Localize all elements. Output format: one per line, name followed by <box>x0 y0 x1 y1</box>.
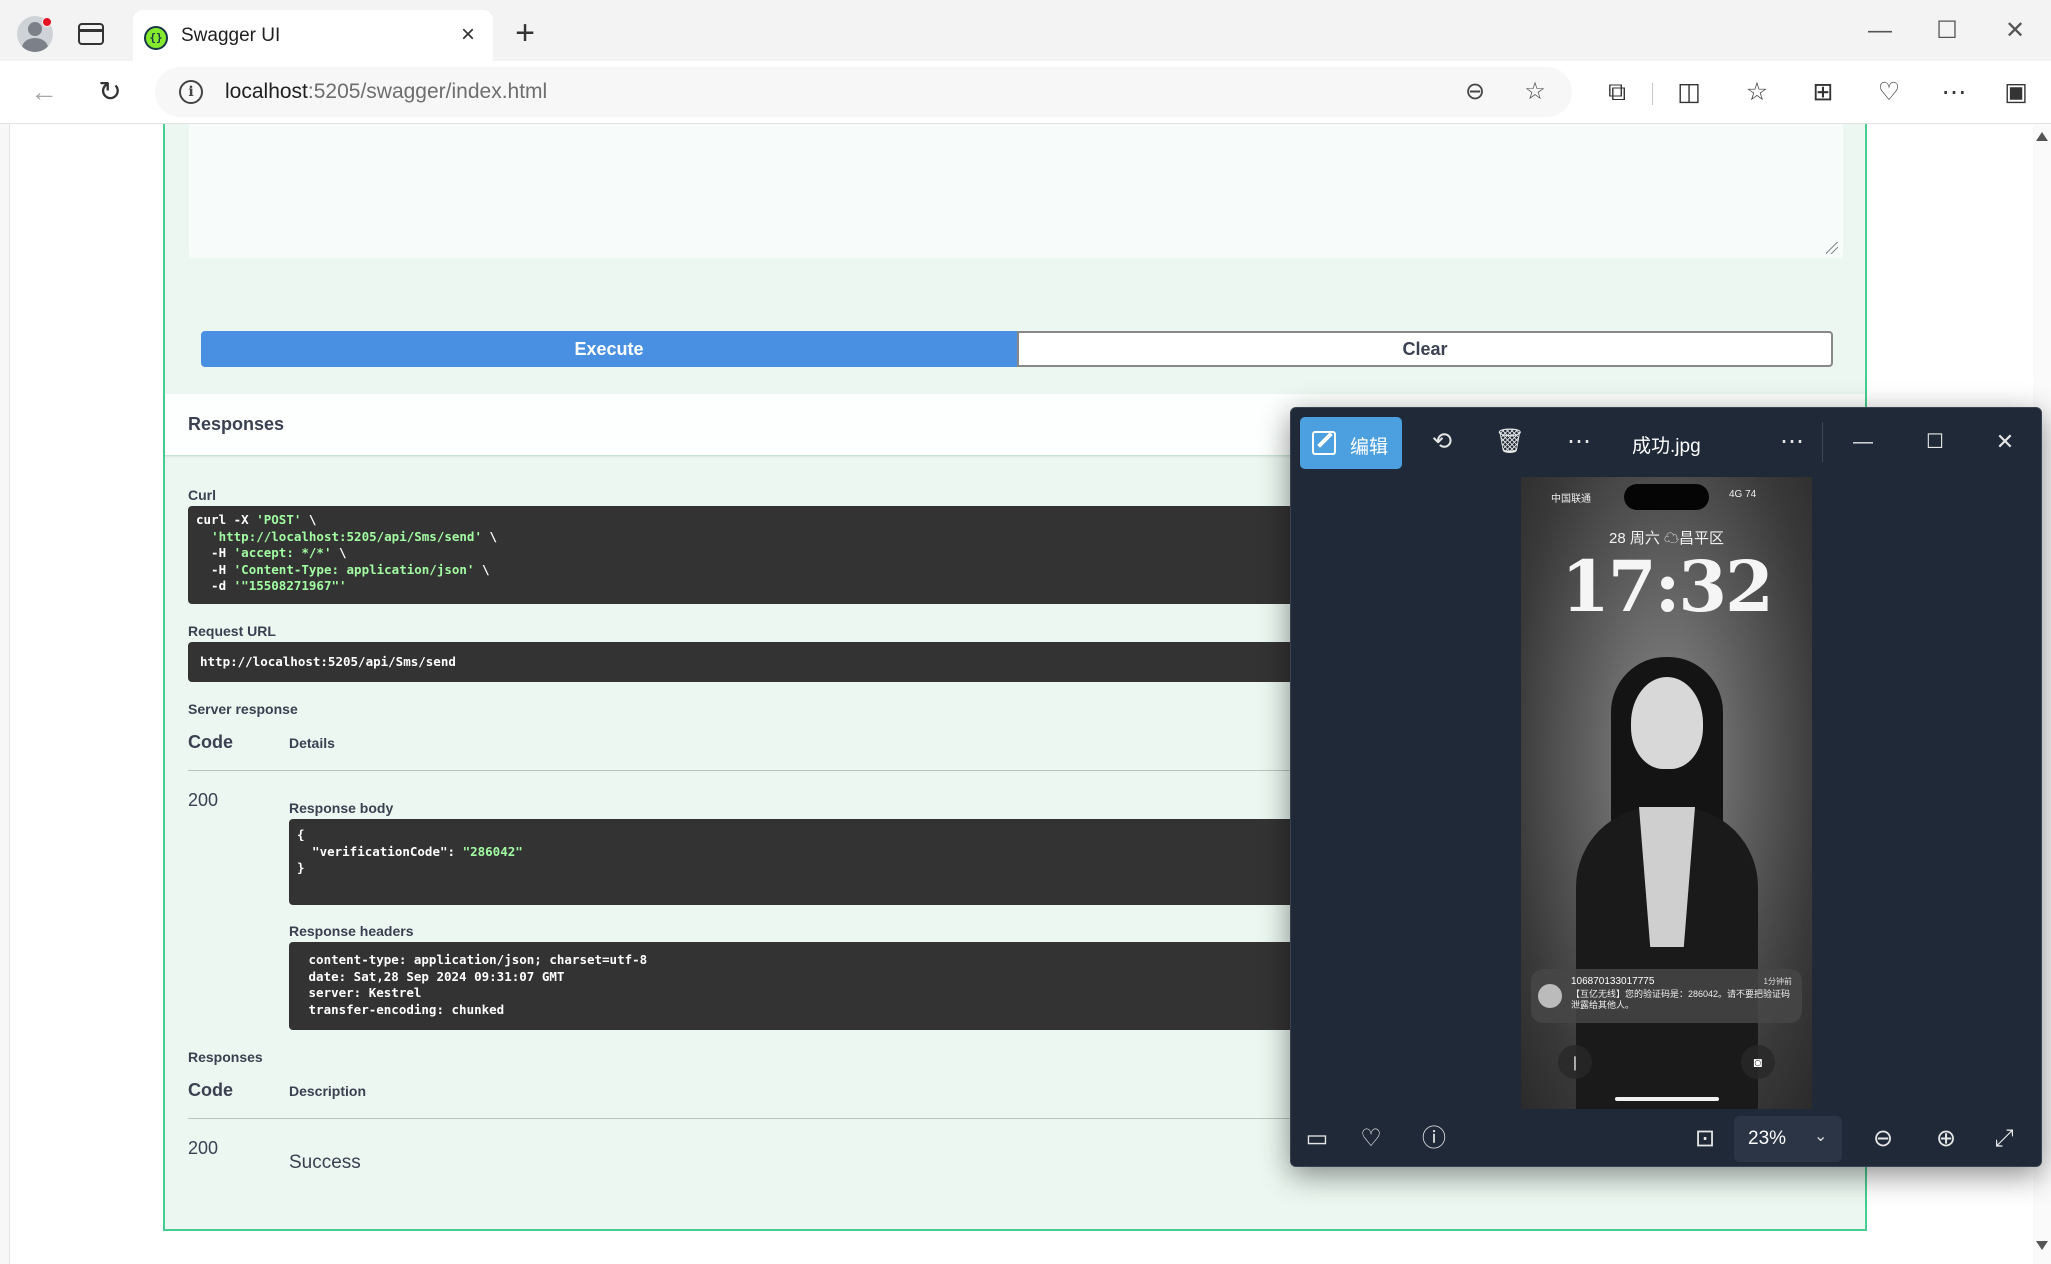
phone-status: 4G 74 <box>1729 489 1757 500</box>
viewer-zoom-out-icon[interactable]: ⊖ <box>1866 1122 1900 1156</box>
fit-to-window-icon[interactable]: ⊡ <box>1688 1122 1722 1156</box>
viewer-close-icon[interactable]: ✕ <box>1988 425 2022 459</box>
curl-code-block[interactable]: curl -X 'POST' \ 'http://localhost:5205/… <box>188 506 1308 604</box>
notif-time: 1分钟前 <box>1763 977 1792 986</box>
clear-button[interactable]: Clear <box>1017 331 1833 367</box>
scroll-down-arrow-icon[interactable] <box>2036 1241 2048 1250</box>
tab-bar: {} Swagger UI × + — ☐ ✕ <box>0 0 2051 61</box>
new-tab-icon[interactable]: + <box>512 16 538 50</box>
request-body-textarea[interactable] <box>189 124 1843 258</box>
close-tab-icon[interactable]: × <box>455 22 481 48</box>
site-info-icon[interactable]: i <box>179 80 203 104</box>
curl-line: curl -X 'POST' \ <box>196 512 317 527</box>
scroll-up-arrow-icon[interactable] <box>2036 132 2048 141</box>
zoom-dropdown[interactable]: 23% ⌄ <box>1734 1116 1842 1162</box>
sidebar-toggle-icon[interactable]: ▣ <box>1999 75 2033 109</box>
server-response-label: Server response <box>188 701 298 717</box>
edit-button[interactable]: 编辑 <box>1300 417 1402 469</box>
response-headers-label: Response headers <box>289 923 414 939</box>
photo-viewer-window: 编辑 ⟲ 🗑 ⋯ 成功.jpg ⋯ — ☐ ✕ 中国联通 4G 74 28 周六… <box>1290 407 2042 1167</box>
address-bar[interactable]: i localhost:5205/swagger/index.html ⊖ ☆ <box>155 67 1572 117</box>
flashlight-icon: ❘ <box>1558 1045 1592 1079</box>
responses-title: Responses <box>188 414 285 434</box>
file-info-icon[interactable]: ⓘ <box>1417 1122 1451 1156</box>
file-name: 成功.jpg <box>1632 436 1701 457</box>
left-gutter <box>0 124 10 1264</box>
back-icon[interactable]: ← <box>25 73 63 111</box>
execute-button[interactable]: Execute <box>201 331 1017 367</box>
more-options-icon[interactable]: ⋯ <box>1562 425 1596 459</box>
favorite-star-icon[interactable]: ☆ <box>1521 78 1549 106</box>
split-screen-icon[interactable]: ◫ <box>1672 75 1706 109</box>
zoom-out-icon[interactable]: ⊖ <box>1461 78 1489 106</box>
code-column-header: Code <box>188 732 233 752</box>
viewer-separator <box>1822 422 1823 462</box>
curl-line: -H 'accept: */*' \ <box>196 545 347 560</box>
browser-tab-swagger[interactable]: {} Swagger UI × <box>133 10 493 61</box>
curl-line: -d '"15508271967"' <box>196 578 347 593</box>
curl-label: Curl <box>188 487 216 503</box>
filmstrip-icon[interactable]: ▭ <box>1300 1122 1334 1156</box>
tab-title: Swagger UI <box>181 25 281 46</box>
doc-status-code: 200 <box>188 1138 219 1158</box>
portrait-face <box>1631 677 1703 769</box>
collections-icon[interactable]: ⊞ <box>1806 75 1840 109</box>
phone-carrier: 中国联通 <box>1551 494 1591 505</box>
tab-actions-icon[interactable] <box>78 23 104 45</box>
description-column-header: Description <box>289 1083 367 1099</box>
table-divider <box>188 770 1308 771</box>
viewer-zoom-in-icon[interactable]: ⊕ <box>1929 1122 1963 1156</box>
favorite-heart-icon[interactable]: ♡ <box>1354 1122 1388 1156</box>
curl-line: -H 'Content-Type: application/json' \ <box>196 561 490 577</box>
curl-line: 'http://localhost:5205/api/Sms/send' \ <box>211 528 498 544</box>
doc-table-divider <box>188 1118 1308 1119</box>
favorites-icon[interactable]: ☆ <box>1740 75 1774 109</box>
url-text[interactable]: localhost:5205/swagger/index.html <box>225 80 547 104</box>
maximize-icon[interactable]: ☐ <box>1927 14 1967 48</box>
phone-time: 17:32 <box>1561 545 1774 628</box>
viewer-title-bar: 编辑 ⟲ 🗑 ⋯ 成功.jpg ⋯ — ☐ ✕ <box>1291 408 2041 476</box>
refresh-icon[interactable]: ↻ <box>91 73 129 111</box>
viewer-maximize-icon[interactable]: ☐ <box>1918 425 1952 459</box>
response-headers-block[interactable]: content-type: application/json; charset=… <box>289 942 1309 1030</box>
title-more-icon[interactable]: ⋯ <box>1775 425 1809 459</box>
delete-icon[interactable]: 🗑 <box>1493 425 1527 459</box>
request-url-block[interactable]: http://localhost:5205/api/Sms/send <box>188 642 1308 682</box>
response-body-block[interactable]: { "verificationCode": "286042" } <box>289 819 1309 905</box>
response-body-label: Response body <box>289 800 394 816</box>
browser-essentials-icon[interactable]: ♡ <box>1872 75 1906 109</box>
viewer-minimize-icon[interactable]: — <box>1846 425 1880 459</box>
details-column-header: Details <box>289 735 335 751</box>
extensions-icon[interactable]: ⧉ <box>1600 75 1634 109</box>
home-indicator <box>1615 1097 1719 1101</box>
resize-handle-icon[interactable] <box>1826 242 1838 254</box>
responses-doc-label: Responses <box>188 1049 263 1065</box>
doc-code-column-header: Code <box>188 1080 233 1100</box>
swagger-favicon-icon: {} <box>144 26 168 50</box>
sender-avatar-icon <box>1538 984 1562 1008</box>
camera-icon: ◙ <box>1741 1045 1775 1079</box>
chevron-down-icon: ⌄ <box>1814 1128 1828 1145</box>
notification-dot <box>42 17 52 27</box>
sms-notification: 106870133017775 1分钟前 【互亿无线】您的验证码是：286042… <box>1531 969 1802 1023</box>
request-url-label: Request URL <box>188 623 276 639</box>
edit-label: 编辑 <box>1350 437 1389 458</box>
full-screen-icon[interactable]: ⤢ <box>1987 1122 2021 1156</box>
viewer-bottom-bar: ▭ ♡ ⓘ ⊡ 23% ⌄ ⊖ ⊕ ⤢ <box>1291 1110 2041 1166</box>
notif-text: 【互亿无线】您的验证码是：286042。请不要把验证码泄露给其他人。 <box>1571 989 1791 1010</box>
browser-toolbar: ← ↻ i localhost:5205/swagger/index.html … <box>0 61 2051 124</box>
zoom-value: 23% <box>1748 1128 1787 1149</box>
close-window-icon[interactable]: ✕ <box>1995 14 2035 48</box>
edit-image-icon <box>1312 431 1336 455</box>
status-code: 200 <box>188 790 219 810</box>
rotate-icon[interactable]: ⟲ <box>1425 425 1459 459</box>
more-menu-icon[interactable]: ⋯ <box>1937 75 1971 109</box>
dynamic-island <box>1624 484 1709 510</box>
notif-sender: 106870133017775 <box>1571 976 1655 987</box>
minimize-icon[interactable]: — <box>1860 14 1900 48</box>
toolbar-separator <box>1652 83 1653 105</box>
doc-description: Success <box>289 1152 361 1173</box>
phone-screenshot-image: 中国联通 4G 74 28 周六 ☁昌平区 17:32 106870133017… <box>1521 477 1812 1109</box>
